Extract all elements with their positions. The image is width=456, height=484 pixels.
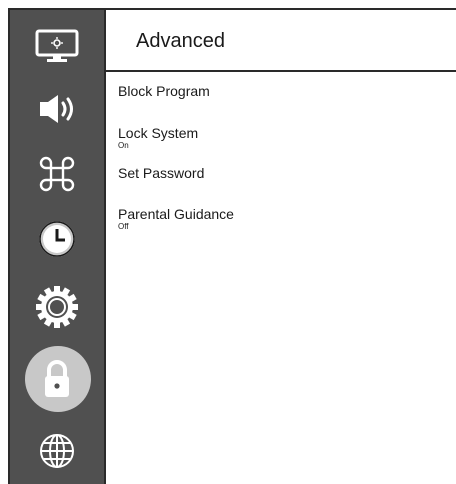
sidebar-item-setup[interactable]: [10, 274, 104, 340]
main-panel: Advanced Block Program Lock System On Se…: [106, 10, 456, 484]
menu-item-value: On: [118, 141, 129, 150]
sidebar-item-network[interactable]: [10, 418, 104, 484]
command-icon: [39, 156, 75, 192]
menu-item-label: Parental Guidance: [118, 206, 234, 222]
clock-icon: [39, 221, 75, 257]
sidebar: [8, 8, 106, 484]
tv-menu-window: Advanced Block Program Lock System On Se…: [0, 0, 456, 484]
header-divider: [106, 70, 456, 72]
menu-item-label: Set Password: [118, 165, 205, 181]
picture-icon: [35, 29, 79, 62]
menu-item-label: Lock System: [118, 125, 199, 141]
sidebar-item-lock[interactable]: [10, 346, 104, 412]
sidebar-item-picture[interactable]: [10, 12, 104, 78]
menu-item-label: Block Program: [118, 83, 210, 99]
menu-item-lock-system[interactable]: Lock System On: [118, 125, 448, 150]
sidebar-item-timer[interactable]: [10, 206, 104, 272]
page-title: Advanced: [136, 30, 225, 52]
sound-icon: [40, 95, 73, 123]
sidebar-item-features[interactable]: [10, 141, 104, 207]
network-icon: [40, 434, 74, 468]
menu-item-set-password[interactable]: Set Password: [118, 165, 448, 181]
settings-icon: [36, 286, 78, 328]
lock-icon: [45, 360, 69, 397]
menu-item-parental-guidance[interactable]: Parental Guidance Off: [118, 206, 448, 231]
menu-item-value: Off: [118, 222, 129, 231]
sidebar-item-sound[interactable]: [10, 76, 104, 142]
menu-item-block-program[interactable]: Block Program: [118, 83, 448, 99]
